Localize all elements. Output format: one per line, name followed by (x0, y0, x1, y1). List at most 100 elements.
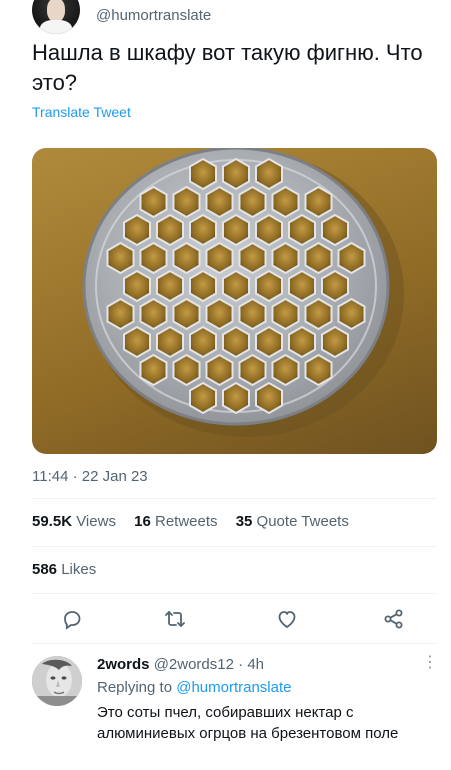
honeycomb-cell (123, 269, 151, 303)
honeycomb-cell (288, 325, 316, 359)
tweet-actions (32, 603, 437, 635)
honeycomb-cell (123, 213, 151, 247)
honeycomb-cell (288, 213, 316, 247)
tweet-timestamp[interactable]: 11:44 · 22 Jan 23 (32, 468, 148, 485)
quotes-count: 35 (235, 513, 253, 530)
honeycomb-cell (205, 241, 234, 275)
reply-icon[interactable] (60, 607, 84, 631)
reply-header: 2words @2words12 · 4h (97, 656, 264, 673)
honeycomb-cell (156, 213, 184, 247)
honeycomb-cell (172, 185, 201, 219)
dumpling-mold-image (82, 148, 404, 437)
replying-mention[interactable]: @humortranslate (176, 679, 291, 696)
honeycomb-cell (222, 213, 250, 247)
honeycomb-cell (139, 241, 168, 275)
honeycomb-cell (139, 297, 168, 331)
author-handle[interactable]: @humortranslate (96, 7, 211, 24)
tweet-stats: 59.5K Views 16 Retweets 35 Quote Tweets (32, 513, 363, 530)
likes-stat[interactable]: 586 Likes (32, 561, 96, 578)
honeycomb-cell (304, 185, 333, 219)
honeycomb-cell (255, 381, 283, 415)
avatar-face (47, 0, 65, 22)
honeycomb-cell (255, 269, 283, 303)
avatar-shirt (40, 20, 72, 34)
honeycomb-cell (255, 213, 283, 247)
honeycomb-cell (271, 353, 300, 387)
honeycomb-cell (156, 325, 184, 359)
honeycomb-cell (205, 297, 234, 331)
honeycomb-cell (205, 185, 234, 219)
statue-avatar-image (32, 656, 82, 706)
honeycomb-cell (106, 297, 135, 331)
quotes-label: Quote Tweets (256, 513, 349, 530)
honeycomb-cell (255, 325, 283, 359)
like-icon[interactable] (275, 607, 299, 631)
honeycomb-cell (222, 325, 250, 359)
reply-tweet[interactable]: 2words @2words12 · 4h ⋮ Replying to @hum… (0, 648, 451, 770)
honeycomb-cell (189, 157, 217, 191)
honeycomb-cell (321, 269, 349, 303)
divider (32, 593, 437, 594)
honeycomb-cell (222, 157, 250, 191)
retweets-stat[interactable]: 16 Retweets (134, 513, 217, 530)
honeycomb-cell (172, 297, 201, 331)
honeycomb-cell (189, 269, 217, 303)
author-avatar[interactable] (32, 0, 80, 34)
honeycomb-cell (271, 241, 300, 275)
quotes-stat[interactable]: 35 Quote Tweets (236, 513, 349, 530)
views-label: Views (76, 513, 116, 530)
divider (32, 643, 437, 644)
retweet-icon[interactable] (163, 607, 187, 631)
honeycomb-cell (189, 213, 217, 247)
honeycomb-cell (304, 353, 333, 387)
honeycomb-cell (139, 185, 168, 219)
honeycomb-cell (139, 353, 168, 387)
honeycomb-cell (238, 241, 267, 275)
honeycomb-cell (172, 353, 201, 387)
honeycomb-cell (304, 297, 333, 331)
honeycomb-cell (156, 269, 184, 303)
replying-prefix: Replying to (97, 679, 173, 696)
replying-to-line: Replying to @humortranslate (97, 679, 292, 696)
reply-author-handle[interactable]: @2words12 (154, 656, 234, 673)
honeycomb-cell (189, 381, 217, 415)
honeycomb-cell (106, 241, 135, 275)
likes-count: 586 (32, 561, 58, 578)
tweet-header: @humortranslate (0, 0, 451, 34)
honeycomb-cell (238, 297, 267, 331)
honeycomb-cell (222, 381, 250, 415)
more-options-icon[interactable]: ⋮ (422, 652, 438, 672)
honeycomb-cell (222, 269, 250, 303)
honeycomb-cell (123, 325, 151, 359)
likes-label: Likes (61, 561, 97, 578)
honeycomb-cell (238, 185, 267, 219)
tweet-photo[interactable] (32, 148, 437, 454)
honeycomb-cell (271, 185, 300, 219)
honeycomb-cell (172, 241, 201, 275)
retweets-count: 16 (134, 513, 151, 530)
honeycomb-cell (271, 297, 300, 331)
honeycomb-cell (337, 297, 366, 331)
honeycomb-cell (288, 269, 316, 303)
reply-author-avatar[interactable] (32, 656, 82, 706)
views-count: 59.5K (32, 513, 73, 530)
divider (32, 546, 437, 547)
views-stat[interactable]: 59.5K Views (32, 513, 116, 530)
translate-tweet-link[interactable]: Translate Tweet (32, 104, 131, 120)
honeycomb-cell (205, 353, 234, 387)
honeycomb-cell (238, 353, 267, 387)
retweets-label: Retweets (154, 513, 218, 530)
reply-text: Это соты пчел, собиравших нектар с алюми… (97, 704, 399, 742)
honeycomb-cell (337, 241, 366, 275)
honeycomb-cell (189, 325, 217, 359)
honeycomb-cell (321, 213, 349, 247)
reply-time[interactable]: 4h (247, 656, 264, 673)
share-icon[interactable] (382, 607, 406, 631)
reply-author-name[interactable]: 2words (97, 656, 150, 673)
reply-separator: · (238, 656, 244, 673)
tweet-text: Нашла в шкафу вот такую фигню. Что это? (32, 40, 423, 95)
honeycomb-cell (304, 241, 333, 275)
honeycomb-cell (321, 325, 349, 359)
divider (32, 498, 437, 499)
honeycomb-cell (255, 157, 283, 191)
